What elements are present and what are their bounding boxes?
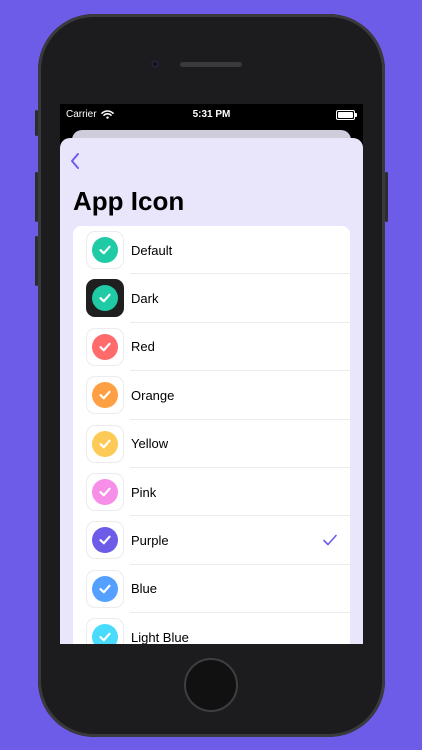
screen: Carrier 5:31 PM App Icon Default Dark Red O… [60, 104, 363, 644]
icon-list: Default Dark Red Orange Yellow Pink Purple Blue… [73, 226, 350, 644]
icon-option-label: Yellow [131, 436, 169, 452]
earpiece-speaker [180, 62, 242, 67]
icon-option-row[interactable]: Dark [73, 274, 350, 324]
check-circle-icon [92, 624, 118, 644]
volume-down-button [35, 236, 38, 286]
icon-option-row[interactable]: Pink [73, 468, 350, 517]
app-icon-preview [86, 424, 124, 463]
icon-option-label: Dark [131, 291, 159, 307]
icon-option-row[interactable]: Blue [73, 565, 350, 614]
check-circle-icon [92, 333, 118, 360]
app-icon-preview [86, 279, 124, 318]
icon-option-row[interactable]: Light Blue [73, 613, 350, 644]
battery-icon [336, 110, 357, 120]
icon-option-label: Light Blue [131, 629, 189, 644]
check-circle-icon [92, 382, 118, 409]
power-button [385, 172, 388, 222]
volume-up-button [35, 172, 38, 222]
app-icon-preview [86, 569, 124, 608]
icon-option-label: Pink [131, 484, 157, 500]
icon-option-row[interactable]: Orange [73, 371, 350, 420]
check-circle-icon [92, 237, 118, 263]
status-bar: Carrier 5:31 PM [60, 104, 363, 126]
app-icon-preview [86, 231, 124, 269]
app-icon-sheet: App Icon Default Dark Red Orange Yellow Pink P… [60, 138, 363, 644]
icon-option-label: Purple [131, 533, 169, 549]
back-button[interactable] [64, 150, 86, 172]
mute-switch [35, 110, 38, 136]
icon-option-label: Blue [131, 581, 158, 597]
icon-option-row[interactable]: Yellow [73, 420, 350, 469]
app-icon-preview [86, 521, 124, 560]
page-title: App Icon [73, 186, 185, 216]
icon-option-row[interactable]: Purple [73, 516, 350, 566]
status-time: 5:31 PM [192, 109, 231, 120]
check-circle-icon [92, 285, 118, 312]
chevron-left-icon [71, 153, 79, 169]
icon-option-label: Red [131, 339, 155, 355]
icon-option-label: Orange [131, 387, 175, 403]
selected-checkmark-icon [323, 535, 337, 546]
battery-level [338, 112, 353, 118]
check-circle-icon [92, 527, 118, 554]
check-circle-icon [92, 430, 118, 457]
app-icon-preview [86, 472, 124, 511]
app-icon-preview [86, 618, 124, 644]
icon-option-label: Default [131, 242, 173, 258]
app-icon-preview [86, 327, 124, 366]
front-camera [151, 60, 159, 68]
icon-option-row[interactable]: Default [73, 226, 350, 275]
home-button[interactable] [184, 658, 238, 712]
app-icon-preview [86, 376, 124, 415]
check-circle-icon [92, 575, 118, 602]
icon-option-row[interactable]: Red [73, 323, 350, 372]
check-circle-icon [92, 478, 118, 505]
